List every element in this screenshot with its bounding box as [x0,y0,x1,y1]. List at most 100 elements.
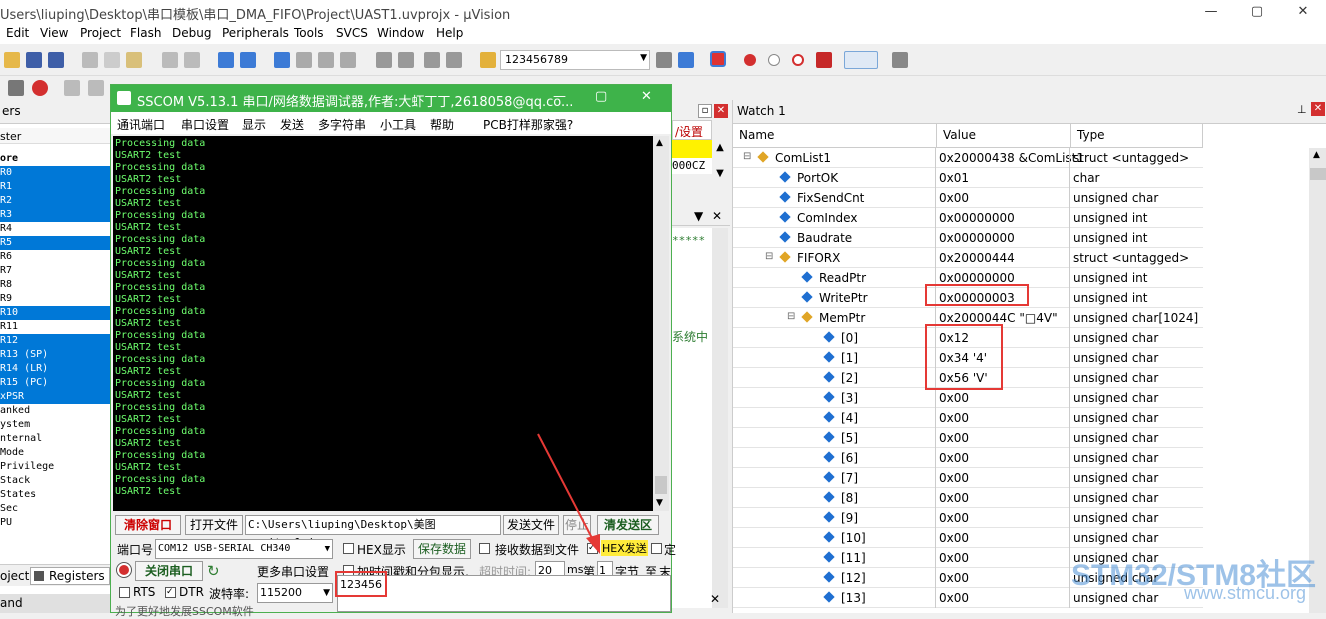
register-row[interactable]: R15 (PC) [0,376,110,390]
register-row[interactable]: R10 [0,306,110,320]
sscom-minimize-button[interactable]: — [553,89,566,104]
hex-display-checkbox[interactable] [343,543,354,554]
window-layout-icon[interactable] [844,51,878,69]
paste-icon[interactable] [126,52,142,68]
editor2-scrollbar[interactable] [712,228,728,608]
sscom-menu-pcb[interactable]: PCB打样那家强? [483,116,573,133]
sscom-maximize-button[interactable]: ▢ [595,89,607,104]
watch-row[interactable]: Baudrate 0x00000000 unsigned int [733,228,1203,248]
find-combo[interactable]: 123456789 ▼ [500,50,650,70]
close-icon[interactable]: ✕ [710,592,720,606]
debug-session-icon[interactable] [710,51,726,67]
close-port-button[interactable]: 关闭串口 [135,561,203,581]
watch-value[interactable]: 0x00 [939,531,969,545]
tab-registers[interactable]: Registers [30,567,110,585]
register-row[interactable]: Mode [0,446,110,460]
scroll-down-icon[interactable]: ▼ [712,166,728,182]
watch-row[interactable]: ⊟ FIFORX 0x20000444 struct <untagged> [733,248,1203,268]
register-row[interactable]: R5 [0,236,110,250]
watch-row[interactable]: [8] 0x00 unsigned char [733,488,1203,508]
watch-row[interactable]: [5] 0x00 unsigned char [733,428,1203,448]
register-row[interactable]: R6 [0,250,110,264]
menu-window[interactable]: Window [377,26,424,40]
sscom-menu-tools[interactable]: 小工具 [380,116,416,133]
watch-value[interactable]: 0x01 [939,171,969,185]
minimize-button[interactable]: — [1188,0,1234,24]
register-row[interactable]: ystem [0,418,110,432]
breakpoint-disable-icon[interactable] [768,54,780,66]
register-row[interactable]: R4 [0,222,110,236]
register-row[interactable]: Stack [0,474,110,488]
watch-row[interactable]: PortOK 0x01 char [733,168,1203,188]
watch-value[interactable]: 0x00 [939,411,969,425]
watch-value[interactable]: 0x00000000 [939,271,1015,285]
save-all-icon[interactable] [48,52,64,68]
menu-tools[interactable]: Tools [294,26,324,40]
register-row[interactable]: States [0,488,110,502]
close-editor-icon[interactable]: ✕ [714,104,728,118]
menu-edit[interactable]: Edit [6,26,29,40]
register-row[interactable]: anked [0,404,110,418]
send-textarea[interactable]: 123456 [337,575,671,612]
cut-icon[interactable] [82,52,98,68]
watch-row[interactable]: ⊟ ComList1 0x20000438 &ComList1 struct <unt… [733,148,1203,168]
menu-svcs[interactable]: SVCS [336,26,368,40]
tree-toggle-icon[interactable]: ⊟ [787,311,795,322]
bookmark-next-icon[interactable] [318,52,334,68]
file-path-input[interactable]: C:\Users\liuping\Desktop\美图_meitu_1.jpg [245,515,501,549]
register-row[interactable]: R13 (SP) [0,348,110,362]
save-icon[interactable] [26,52,42,68]
watch-value[interactable]: 0x00 [939,551,969,565]
register-row[interactable]: R11 [0,320,110,334]
scroll-thumb[interactable] [655,476,667,494]
more-settings-link[interactable]: 更多串口设置 [257,563,329,580]
watch-row[interactable]: [9] 0x00 unsigned char [733,508,1203,528]
undo-icon[interactable] [162,52,178,68]
watch-value[interactable]: 0x00000000 [939,211,1015,225]
save-data-button[interactable]: 保存数据 [413,539,471,559]
register-row[interactable]: R3 [0,208,110,222]
clear-window-button[interactable]: 清除窗口 [115,515,181,535]
watch-scrollbar[interactable]: ▲ [1309,148,1326,613]
sscom-menu-display[interactable]: 显示 [242,116,266,133]
pin-icon[interactable]: ▫ [698,104,712,118]
bookmark-clear-icon[interactable] [340,52,356,68]
register-row[interactable]: xPSR [0,390,110,404]
sscom-close-button[interactable]: ✕ [641,89,652,104]
sscom-menu-send[interactable]: 发送 [280,116,304,133]
sscom-menu-help[interactable]: 帮助 [430,116,454,133]
register-row[interactable]: nternal [0,432,110,446]
watch-value[interactable]: 0x00 [939,491,969,505]
watch-value[interactable]: 0x00 [939,431,969,445]
close-button[interactable]: ✕ [1280,0,1326,24]
watch-value[interactable]: 0x00 [939,591,969,605]
scroll-up-icon[interactable]: ▲ [712,140,728,156]
scroll-down-icon[interactable]: ▼ [656,498,663,508]
breakpoint-kill-icon[interactable] [792,54,804,66]
open-file-button[interactable]: 打开文件 [185,515,243,535]
register-row[interactable]: R1 [0,180,110,194]
watch-row[interactable]: [7] 0x00 unsigned char [733,468,1203,488]
dropdown-icon[interactable]: ▼ [694,209,703,223]
close-icon[interactable]: ✕ [1311,102,1325,116]
close-icon[interactable]: ✕ [712,209,722,223]
uncomment-icon[interactable] [446,52,462,68]
stop-icon[interactable] [32,80,48,96]
tree-toggle-icon[interactable]: ⊟ [765,251,773,262]
indent-icon[interactable] [376,52,392,68]
watch-row[interactable]: FixSendCnt 0x00 unsigned char [733,188,1203,208]
nav-forward-icon[interactable] [240,52,256,68]
terminal-scrollbar[interactable]: ▲ ▼ [653,136,669,511]
bookmark-icon[interactable] [274,52,290,68]
watch-row[interactable]: [4] 0x00 unsigned char [733,408,1203,428]
nav-back-icon[interactable] [218,52,234,68]
pin-icon[interactable]: ⊥ [1297,103,1307,116]
watch-value[interactable]: 0x00000000 [939,231,1015,245]
recv-to-file-checkbox[interactable] [479,543,490,554]
scroll-thumb[interactable] [1310,168,1326,180]
breakpoint-icon[interactable] [744,54,756,66]
register-row[interactable]: Sec [0,502,110,516]
refresh-icon[interactable]: ↻ [207,562,220,580]
register-row[interactable]: R9 [0,292,110,306]
watch-value[interactable]: 0x00 [939,191,969,205]
